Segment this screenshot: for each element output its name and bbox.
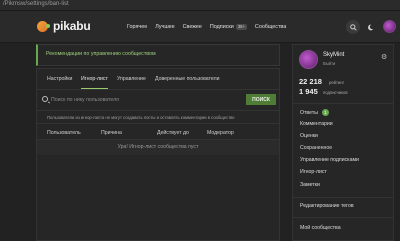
logout-link[interactable]: Выйти (323, 61, 335, 66)
menu-saved[interactable]: Сохраненное (300, 145, 332, 151)
nav-best[interactable]: Лучшее (155, 24, 174, 30)
user-avatar[interactable] (299, 50, 318, 69)
avatar[interactable] (383, 20, 396, 33)
column-user: Пользователь (47, 130, 81, 136)
menu-manage-subscriptions[interactable]: Управление подписками (300, 157, 359, 163)
nav-communities[interactable]: Сообщества (255, 24, 286, 30)
logo-text: pikabu (53, 19, 91, 33)
menu-my-communities[interactable]: Мой сообщества (300, 225, 341, 231)
moon-icon (367, 24, 373, 30)
tab-trusted-users[interactable]: Доверенные пользователи (155, 76, 220, 82)
settings-tabs: Настройки Игнор-лист Управление Доверенн… (37, 69, 279, 90)
search-button[interactable] (346, 20, 360, 34)
gear-icon[interactable]: ⚙ (381, 53, 387, 61)
url-text[interactable]: /Pikmsw/settings/ban-list (3, 1, 69, 7)
hint-text: Пользователи из игнор-листа не могут соз… (47, 115, 235, 120)
subscribers-value: 1 945 (299, 87, 318, 96)
logo[interactable]: pikabu (37, 19, 91, 33)
user-sidebar: SkyMint Выйти ⚙ 22 218 рейтинг 1 945 под… (292, 44, 394, 241)
main-nav: Горячее Лучшее Свежее Подписки 36+ Сообщ… (127, 24, 294, 30)
nav-subscriptions[interactable]: Подписки (210, 24, 234, 30)
tab-settings[interactable]: Настройки (47, 76, 72, 82)
tab-management[interactable]: Управление (117, 76, 146, 82)
rating-label: рейтинг (329, 80, 345, 85)
menu-ignore-list[interactable]: Игнор-лист (300, 169, 327, 175)
menu-answers[interactable]: Ответы 1 (300, 109, 329, 116)
divider (293, 103, 393, 104)
username[interactable]: SkyMint (323, 52, 344, 58)
site-header: pikabu Горячее Лучшее Свежее Подписки 36… (0, 11, 400, 43)
column-moderator: Модератор (207, 130, 234, 136)
empty-state: Ура! Игнор-лист сообщества пуст (37, 140, 279, 155)
subscriptions-badge: 36+ (235, 24, 247, 30)
nav-hot[interactable]: Горячее (127, 24, 147, 30)
menu-ratings[interactable]: Оценки (300, 133, 318, 139)
empty-state-text: Ура! Игнор-лист сообщества пуст (117, 144, 199, 150)
search-bar: ПОИСК (37, 91, 279, 109)
main-content: Рекомендации по управлению сообществом Н… (36, 44, 280, 241)
divider (293, 197, 393, 198)
settings-card: Настройки Игнор-лист Управление Доверенн… (36, 68, 280, 241)
rating-value: 22 218 (299, 77, 322, 86)
pikabu-logo-icon (37, 20, 50, 32)
column-reason: Причина (101, 130, 122, 136)
divider (293, 217, 393, 218)
table-header: Пользователь Причина Действует до Модера… (37, 126, 279, 140)
nav-fresh[interactable]: Свежее (183, 24, 202, 30)
browser-address-bar[interactable]: /Pikmsw/settings/ban-list (0, 0, 400, 11)
menu-comments[interactable]: Комментарии (300, 121, 333, 127)
menu-answers-label: Ответы (300, 110, 318, 116)
answers-count-badge: 1 (321, 109, 329, 116)
subscribers-label: подписчиков (323, 90, 348, 95)
search-button[interactable]: ПОИСК (246, 94, 276, 105)
tab-ignore-list[interactable]: Игнор-лист (81, 76, 108, 89)
recommendations-banner[interactable]: Рекомендации по управлению сообществом (36, 44, 280, 66)
search-icon (42, 96, 48, 102)
recommendations-text[interactable]: Рекомендации по управлению сообществом (46, 51, 156, 57)
menu-notes[interactable]: Заметки (300, 182, 320, 188)
ignore-list-hint: Пользователи из игнор-листа не могут соз… (37, 110, 279, 124)
search-icon (349, 23, 357, 31)
column-valid-until: Действует до (157, 130, 189, 136)
search-input[interactable] (51, 94, 241, 106)
menu-edit-tags[interactable]: Редактирование тегов (300, 203, 354, 209)
theme-toggle[interactable] (363, 20, 377, 34)
